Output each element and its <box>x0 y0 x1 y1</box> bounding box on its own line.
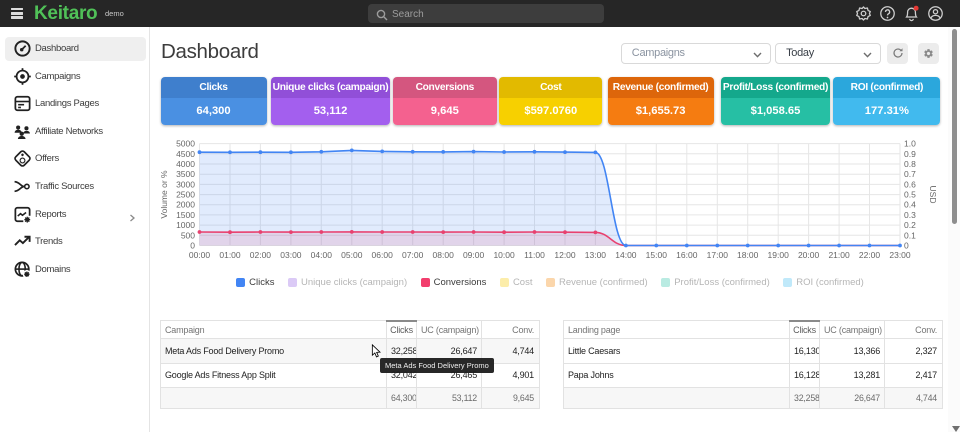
svg-text:3500: 3500 <box>176 169 195 179</box>
svg-text:16:00: 16:00 <box>676 250 698 260</box>
svg-text:2500: 2500 <box>176 190 195 200</box>
svg-text:1000: 1000 <box>176 220 195 230</box>
svg-text:5000: 5000 <box>176 139 195 149</box>
svg-text:07:00: 07:00 <box>402 250 424 260</box>
svg-text:15:00: 15:00 <box>646 250 668 260</box>
svg-text:05:00: 05:00 <box>341 250 363 260</box>
svg-text:06:00: 06:00 <box>372 250 394 260</box>
svg-text:4500: 4500 <box>176 149 195 159</box>
svg-text:19:00: 19:00 <box>768 250 790 260</box>
svg-text:0.5: 0.5 <box>904 190 916 200</box>
svg-text:09:00: 09:00 <box>463 250 485 260</box>
svg-text:1.0: 1.0 <box>904 139 916 149</box>
svg-text:17:00: 17:00 <box>707 250 729 260</box>
svg-text:18:00: 18:00 <box>737 250 759 260</box>
svg-text:0.8: 0.8 <box>904 159 916 169</box>
svg-text:10:00: 10:00 <box>493 250 515 260</box>
svg-text:21:00: 21:00 <box>828 250 850 260</box>
svg-text:4000: 4000 <box>176 159 195 169</box>
svg-text:0.9: 0.9 <box>904 149 916 159</box>
svg-text:00:00: 00:00 <box>189 250 211 260</box>
svg-text:23:00: 23:00 <box>889 250 911 260</box>
svg-text:3000: 3000 <box>176 179 195 189</box>
svg-text:0.1: 0.1 <box>904 230 916 240</box>
svg-text:0.2: 0.2 <box>904 220 916 230</box>
svg-text:01:00: 01:00 <box>219 250 241 260</box>
svg-text:0.6: 0.6 <box>904 179 916 189</box>
svg-text:13:00: 13:00 <box>585 250 607 260</box>
svg-text:0.3: 0.3 <box>904 210 916 220</box>
svg-text:2000: 2000 <box>176 200 195 210</box>
svg-text:Volume or %: Volume or % <box>159 170 169 219</box>
svg-text:04:00: 04:00 <box>311 250 333 260</box>
svg-text:08:00: 08:00 <box>433 250 455 260</box>
svg-text:03:00: 03:00 <box>280 250 302 260</box>
svg-text:22:00: 22:00 <box>859 250 881 260</box>
svg-text:11:00: 11:00 <box>524 250 545 260</box>
svg-text:USD: USD <box>928 186 938 204</box>
svg-text:1500: 1500 <box>176 210 195 220</box>
svg-text:0: 0 <box>904 241 909 251</box>
svg-text:20:00: 20:00 <box>798 250 820 260</box>
svg-text:0.7: 0.7 <box>904 169 916 179</box>
svg-text:0.4: 0.4 <box>904 200 916 210</box>
svg-text:14:00: 14:00 <box>615 250 637 260</box>
svg-text:0: 0 <box>190 241 195 251</box>
svg-text:12:00: 12:00 <box>554 250 576 260</box>
svg-text:02:00: 02:00 <box>250 250 272 260</box>
svg-text:500: 500 <box>181 230 195 240</box>
